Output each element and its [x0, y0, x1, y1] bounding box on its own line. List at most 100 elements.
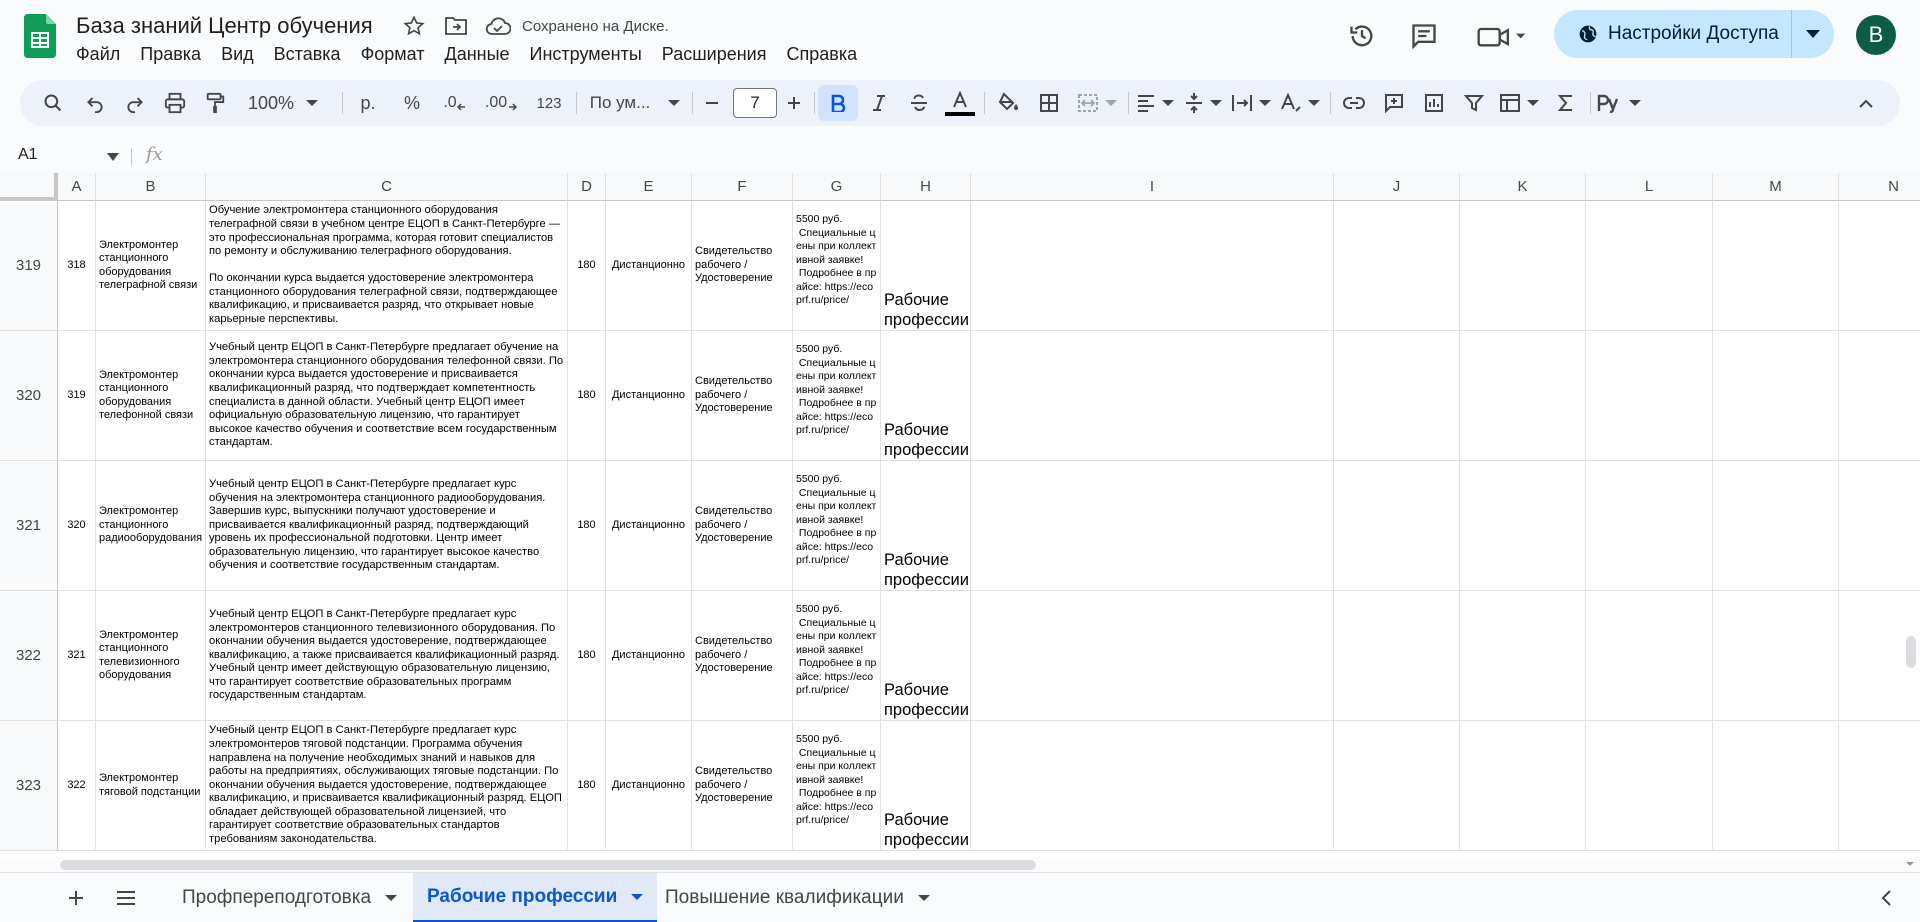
sheet-tab-caret-icon[interactable] — [917, 895, 930, 901]
avatar[interactable]: B — [1856, 15, 1896, 55]
name-box[interactable]: A1 — [18, 146, 38, 164]
menu-data[interactable]: Данные — [435, 42, 520, 67]
table-cell[interactable] — [1460, 721, 1586, 851]
column-header-d[interactable]: D — [568, 173, 606, 201]
column-header-e[interactable]: E — [606, 173, 692, 201]
history-icon[interactable] — [1340, 14, 1384, 58]
table-cell[interactable] — [971, 461, 1334, 591]
functions-button[interactable] — [1546, 80, 1586, 126]
table-cell[interactable] — [1713, 461, 1839, 591]
decrease-decimal-button[interactable]: .0 — [434, 80, 476, 126]
collapse-toolbar-icon[interactable] — [1846, 80, 1886, 126]
column-header-c[interactable]: C — [206, 173, 568, 201]
table-cell[interactable]: Учебный центр ЕЦОП в Санкт-Петербурге пр… — [206, 331, 568, 461]
table-cell[interactable]: 180 — [568, 331, 606, 461]
filter-views-button[interactable] — [1494, 80, 1544, 126]
table-cell[interactable]: Рабочие профессии — [881, 591, 971, 721]
table-cell[interactable] — [1334, 331, 1460, 461]
column-header-h[interactable]: H — [881, 173, 971, 201]
table-cell[interactable]: Рабочие профессии — [881, 331, 971, 461]
table-cell[interactable]: 5500 руб. Специальные цены при коллектив… — [793, 461, 881, 591]
table-cell[interactable] — [971, 591, 1334, 721]
row-header[interactable]: 322 — [0, 591, 58, 721]
table-cell[interactable]: Рабочие профессии — [881, 721, 971, 851]
sheet-tab-caret-icon[interactable] — [631, 893, 644, 900]
table-cell[interactable]: 5500 руб. Специальные цены при коллектив… — [793, 591, 881, 721]
row-header[interactable]: 323 — [0, 721, 58, 851]
table-cell[interactable] — [1460, 201, 1586, 331]
table-cell[interactable] — [1586, 721, 1713, 851]
column-header-m[interactable]: M — [1713, 173, 1839, 201]
table-cell[interactable]: 5500 руб. Специальные цены при коллектив… — [793, 201, 881, 331]
menu-view[interactable]: Вид — [211, 42, 264, 67]
zoom-select[interactable]: 100% — [242, 80, 324, 126]
sheet-tab-rabochie-professii[interactable]: Рабочие профессии — [413, 873, 658, 922]
table-cell[interactable]: Свидетельство рабочего / Удостоверение — [692, 591, 793, 721]
menu-help[interactable]: Справка — [776, 42, 867, 67]
table-cell[interactable]: Электромонтер тяговой подстанции — [96, 721, 206, 851]
column-header-l[interactable]: L — [1586, 173, 1713, 201]
select-all-corner[interactable] — [0, 173, 58, 201]
search-menus-icon[interactable] — [34, 80, 72, 126]
table-cell[interactable]: Дистанционно — [606, 461, 692, 591]
fill-color-button[interactable] — [988, 80, 1028, 126]
table-cell[interactable] — [1839, 461, 1920, 591]
table-cell[interactable]: 5500 руб. Специальные цены при коллектив… — [793, 331, 881, 461]
document-title[interactable]: База знаний Центр обучения — [76, 13, 373, 39]
table-cell[interactable]: 180 — [568, 201, 606, 331]
menu-format[interactable]: Формат — [351, 42, 435, 67]
table-cell[interactable]: Учебный центр ЕЦОП в Санкт-Петербурге пр… — [206, 591, 568, 721]
table-cell[interactable]: Дистанционно — [606, 591, 692, 721]
font-family-select[interactable]: По ум... — [580, 80, 690, 126]
add-sheet-icon[interactable] — [54, 873, 98, 922]
meet-video-icon[interactable] — [1472, 14, 1532, 58]
menu-tools[interactable]: Инструменты — [520, 42, 652, 67]
table-cell[interactable] — [1839, 721, 1920, 851]
paint-format-icon[interactable] — [196, 80, 234, 126]
table-cell[interactable]: Учебный центр ЕЦОП в Санкт-Петербурге пр… — [206, 461, 568, 591]
menu-edit[interactable]: Правка — [130, 42, 211, 67]
share-button[interactable]: Настройки Доступа — [1554, 10, 1834, 58]
table-cell[interactable]: 321 — [58, 591, 96, 721]
horizontal-align-button[interactable] — [1132, 80, 1178, 126]
decrease-font-size-button[interactable] — [694, 80, 730, 126]
table-cell[interactable] — [1713, 331, 1839, 461]
table-cell[interactable]: Учебный центр ЕЦОП в Санкт-Петербурге пр… — [206, 721, 568, 851]
merge-cells-button[interactable] — [1070, 80, 1124, 126]
more-formats-button[interactable]: 123 — [526, 80, 572, 126]
table-cell[interactable] — [1334, 201, 1460, 331]
insert-chart-button[interactable] — [1414, 80, 1454, 126]
bold-button[interactable] — [818, 85, 858, 121]
column-header-k[interactable]: K — [1460, 173, 1586, 201]
text-wrapping-button[interactable] — [1228, 80, 1274, 126]
strikethrough-button[interactable] — [900, 80, 938, 126]
table-cell[interactable] — [1713, 591, 1839, 721]
table-cell[interactable]: 180 — [568, 591, 606, 721]
table-cell[interactable]: Дистанционно — [606, 331, 692, 461]
cloud-saved-icon[interactable] — [484, 12, 512, 40]
table-cell[interactable] — [1334, 591, 1460, 721]
insert-comment-button[interactable] — [1374, 80, 1414, 126]
table-cell[interactable] — [1586, 201, 1713, 331]
table-cell[interactable] — [1839, 201, 1920, 331]
table-cell[interactable]: Дистанционно — [606, 721, 692, 851]
table-cell[interactable]: Электромонтер станционного оборудования … — [96, 201, 206, 331]
table-cell[interactable] — [1713, 721, 1839, 851]
table-cell[interactable]: 318 — [58, 201, 96, 331]
vertical-scrollbar[interactable] — [1906, 636, 1916, 668]
row-header[interactable]: 319 — [0, 201, 58, 331]
table-cell[interactable]: Дистанционно — [606, 201, 692, 331]
table-cell[interactable] — [1460, 461, 1586, 591]
table-cell[interactable] — [1460, 591, 1586, 721]
column-header-a[interactable]: A — [58, 173, 96, 201]
share-main-button[interactable]: Настройки Доступа — [1554, 10, 1792, 58]
vertical-align-button[interactable] — [1180, 80, 1226, 126]
table-cell[interactable]: Свидетельство рабочего / Удостоверение — [692, 201, 793, 331]
table-cell[interactable]: 322 — [58, 721, 96, 851]
table-cell[interactable] — [1460, 331, 1586, 461]
menu-file[interactable]: Файл — [66, 42, 130, 67]
formula-input[interactable] — [180, 142, 1880, 170]
sheets-logo-icon[interactable] — [24, 14, 56, 58]
scroll-down-icon[interactable] — [1904, 858, 1916, 870]
table-cell[interactable] — [1586, 461, 1713, 591]
